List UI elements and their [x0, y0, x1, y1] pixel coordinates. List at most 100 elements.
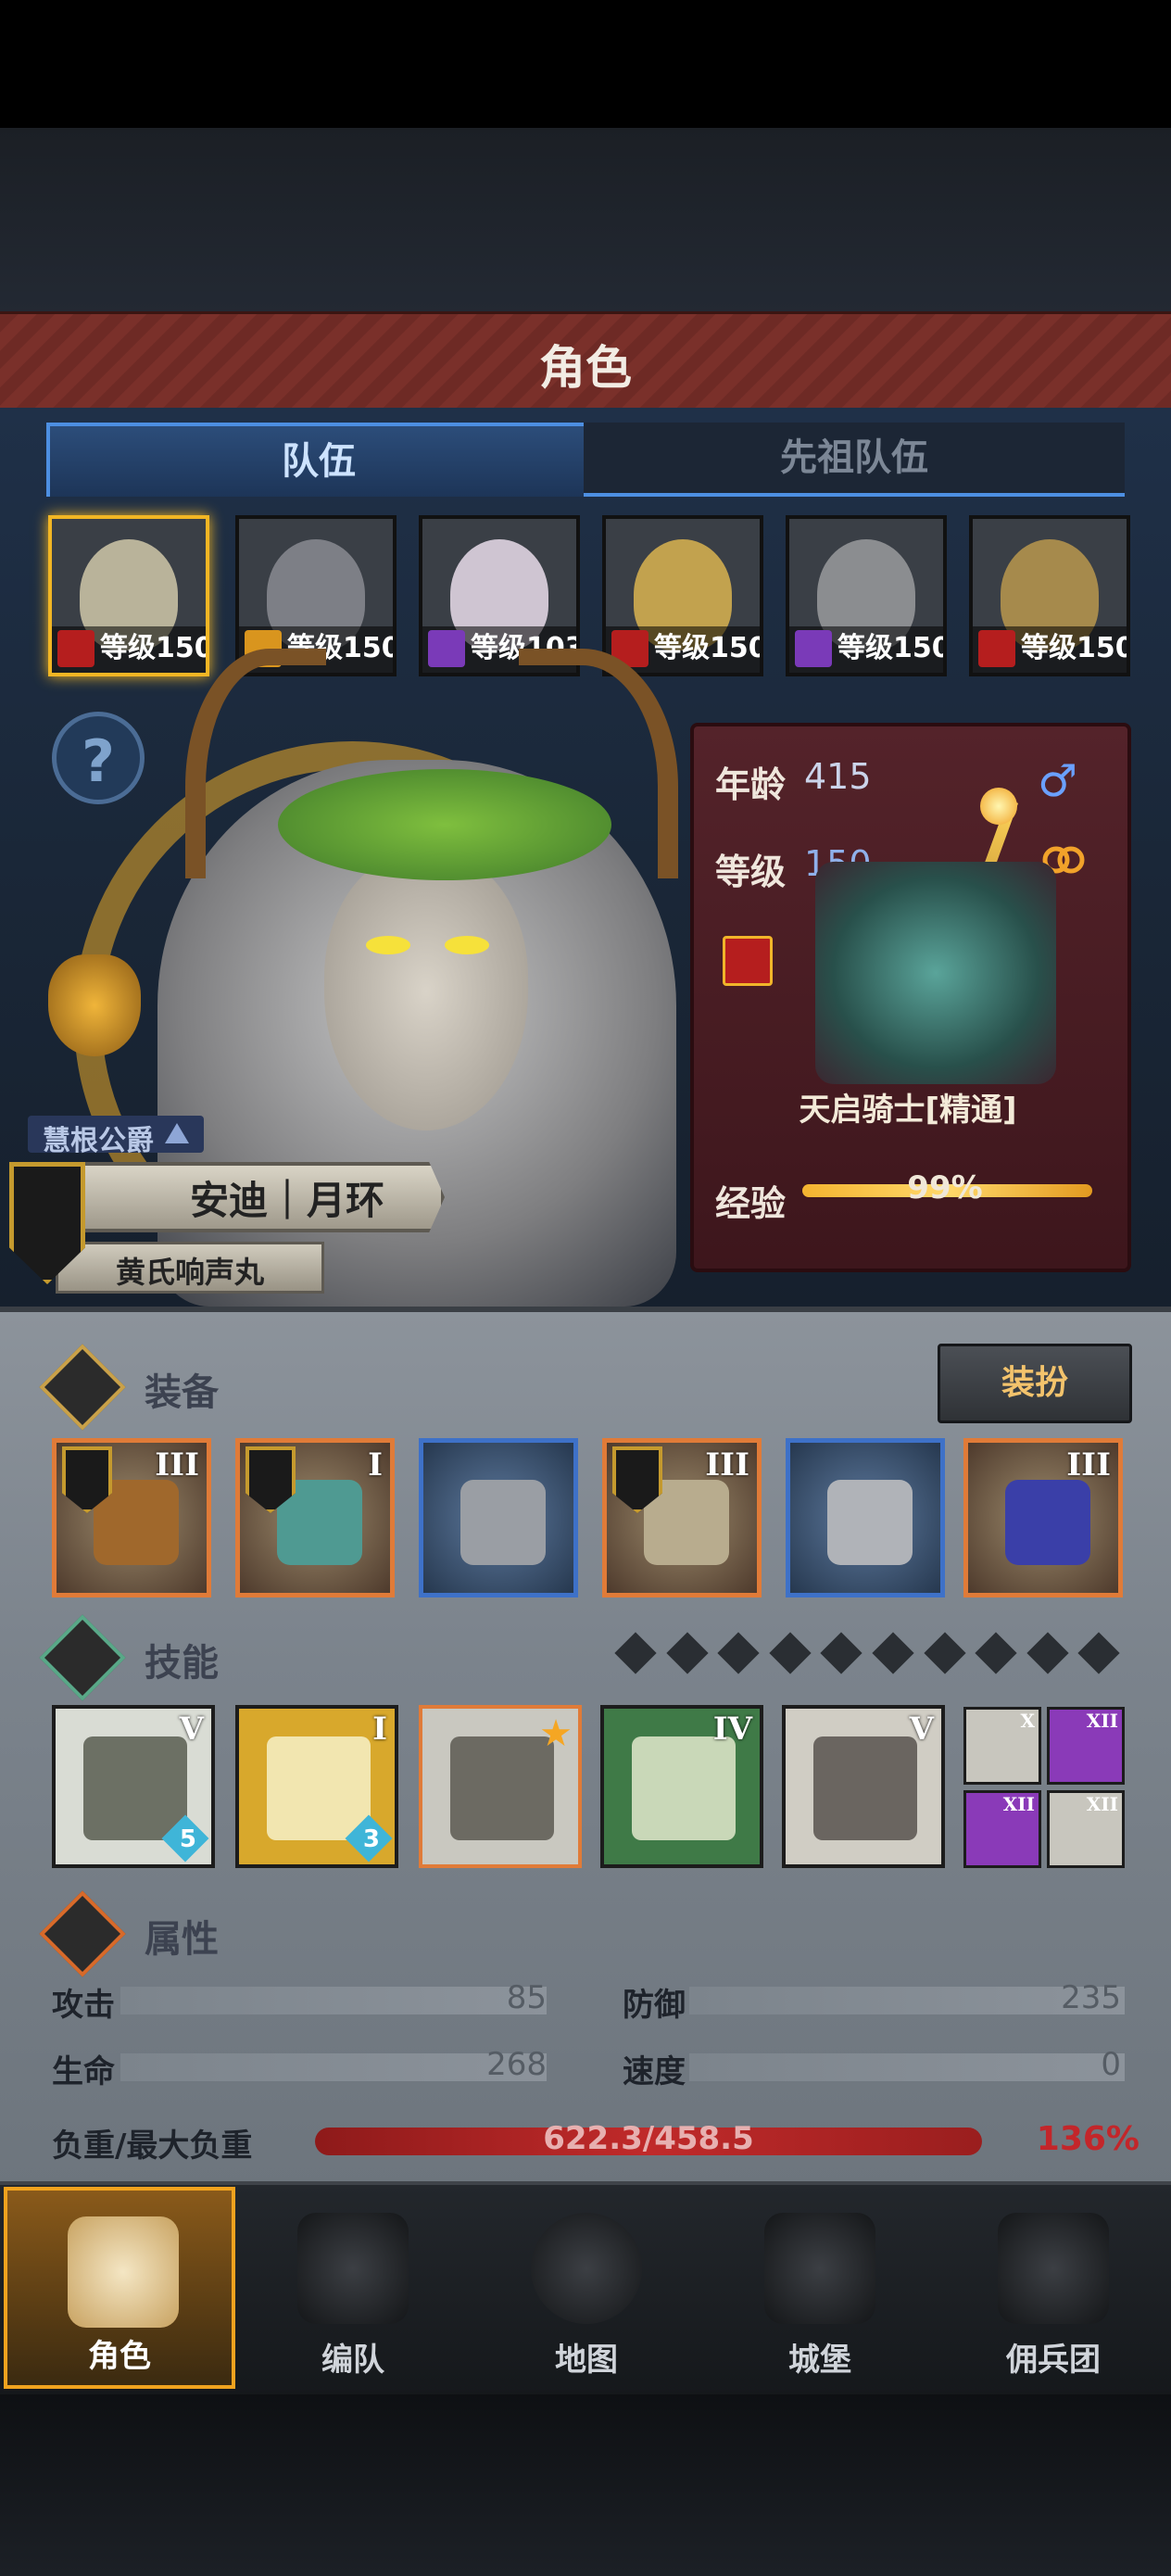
- skill-tier: V: [909, 1711, 934, 1748]
- skill-card[interactable]: IV: [600, 1705, 763, 1868]
- speed-label: 速度: [623, 2053, 686, 2090]
- party-member-level: 等级150: [654, 632, 763, 664]
- skill-art: [813, 1736, 917, 1840]
- level-label: 等级: [715, 852, 787, 892]
- equipment-slot[interactable]: III: [963, 1438, 1123, 1597]
- tab-team[interactable]: 队伍: [46, 423, 591, 497]
- top-background: [0, 128, 1171, 313]
- skill-tier: V: [179, 1711, 204, 1748]
- title-bar: 角色: [0, 311, 1171, 413]
- class-badge-icon: [723, 936, 773, 986]
- party-member-portrait[interactable]: 等级150: [602, 515, 763, 676]
- hero-eye: [366, 936, 410, 954]
- nav-label: 佣兵团: [1006, 2342, 1101, 2379]
- hero-subtitle: 黄氏响声丸: [115, 1255, 264, 1290]
- skill-art: [632, 1736, 736, 1840]
- passive-skill[interactable]: XII: [1047, 1790, 1125, 1868]
- skill-art: [83, 1736, 187, 1840]
- passive-skill[interactable]: XII: [963, 1790, 1041, 1868]
- attack-label: 攻击: [52, 1987, 115, 2024]
- skill-art: [267, 1736, 371, 1840]
- exp-value: 99%: [907, 1169, 983, 1206]
- pouch-icon[interactable]: [48, 954, 141, 1056]
- passive-skill-tier: X: [1020, 1710, 1035, 1732]
- class-icon: [57, 630, 94, 667]
- nav-map[interactable]: 地图: [471, 2187, 702, 2389]
- hero-wreath: [278, 769, 611, 880]
- hero-face: [324, 852, 528, 1130]
- noble-title: 慧根公爵: [43, 1125, 154, 1157]
- nav-formation[interactable]: 编队: [237, 2187, 469, 2389]
- party-member-level: 等级150: [837, 632, 947, 664]
- equipment-tier: III: [705, 1446, 749, 1484]
- male-icon: ♂: [1038, 755, 1078, 807]
- equipment-slot[interactable]: [786, 1438, 945, 1597]
- exp-label: 经验: [715, 1183, 787, 1224]
- load-label: 负重/最大负重: [52, 2128, 253, 2165]
- passive-skill-tier: XII: [1086, 1710, 1118, 1732]
- passive-skill[interactable]: XII: [1047, 1707, 1125, 1785]
- defense-label: 防御: [623, 1987, 686, 2024]
- knight-icon: [68, 2216, 179, 2328]
- skill-gem-count: 5: [179, 1825, 196, 1853]
- passive-skill-tier: XII: [1002, 1793, 1035, 1815]
- equipment-slot[interactable]: III: [602, 1438, 762, 1597]
- equipment-slot[interactable]: III: [52, 1438, 211, 1597]
- equipment-art: [460, 1480, 546, 1565]
- equipment-title: 装备: [145, 1371, 219, 1414]
- tab-ancestor-team[interactable]: 先祖队伍: [584, 423, 1125, 497]
- party-icon: [297, 2213, 409, 2324]
- age-label: 年龄: [715, 764, 787, 805]
- nav-mercenary[interactable]: 佣兵团: [938, 2187, 1169, 2389]
- party-member-level: 等级150: [1021, 632, 1130, 664]
- party-member-portrait[interactable]: 等级150: [48, 515, 209, 676]
- hero-name: 安迪｜月环: [189, 1178, 384, 1223]
- skill-gem-count: 3: [362, 1825, 380, 1853]
- class-icon: [795, 630, 832, 667]
- help-button[interactable]: ?: [52, 712, 145, 804]
- class-name: 天启骑士[精通]: [799, 1092, 1017, 1129]
- compass-icon: [531, 2213, 642, 2324]
- hp-label: 生命: [52, 2053, 115, 2090]
- equipment-tier: III: [1066, 1446, 1111, 1484]
- skill-card[interactable]: V5: [52, 1705, 215, 1868]
- class-icon: [428, 630, 465, 667]
- star-icon: ★: [539, 1712, 573, 1755]
- nav-label: 编队: [321, 2342, 384, 2379]
- skill-card[interactable]: V: [782, 1705, 945, 1868]
- hp-value: 268: [486, 2046, 547, 2083]
- party-member-level: 等级150: [100, 632, 209, 664]
- load-value: 622.3/458.5: [543, 2120, 754, 2157]
- attributes-title: 属性: [145, 1918, 219, 1961]
- equipment-tier: I: [368, 1446, 383, 1484]
- defense-value: 235: [1061, 1979, 1121, 2016]
- castle-icon: [764, 2213, 875, 2324]
- equipment-art: [1005, 1480, 1090, 1565]
- load-percent: 136%: [1036, 2120, 1140, 2158]
- class-emblem[interactable]: [815, 862, 1056, 1084]
- passive-skill[interactable]: X: [963, 1707, 1041, 1785]
- skills-title: 技能: [145, 1642, 219, 1685]
- party-member-portrait[interactable]: 等级150: [786, 515, 947, 676]
- staff-gem: [980, 788, 1017, 825]
- speed-value: 0: [1101, 2046, 1121, 2083]
- class-icon: [978, 630, 1015, 667]
- nav-character[interactable]: 角色: [4, 2187, 235, 2389]
- equipment-tier: III: [155, 1446, 199, 1484]
- dress-up-button[interactable]: 装扮: [938, 1344, 1132, 1423]
- equipment-slot[interactable]: [419, 1438, 578, 1597]
- nav-castle[interactable]: 城堡: [704, 2187, 936, 2389]
- equipment-slot[interactable]: I: [235, 1438, 395, 1597]
- skill-tier: IV: [712, 1711, 752, 1748]
- attack-value: 85: [506, 1979, 547, 2016]
- hero-eye: [445, 936, 489, 954]
- nav-label: 地图: [555, 2342, 618, 2379]
- skill-card[interactable]: ★: [419, 1705, 582, 1868]
- mercenary-icon: [998, 2213, 1109, 2324]
- passive-skill-tier: XII: [1086, 1793, 1118, 1815]
- nav-label: 城堡: [788, 2342, 851, 2379]
- page-title: 角色: [539, 341, 632, 395]
- skill-card[interactable]: I3: [235, 1705, 398, 1868]
- party-member-portrait[interactable]: 等级150: [969, 515, 1130, 676]
- bottom-background: [0, 2394, 1171, 2576]
